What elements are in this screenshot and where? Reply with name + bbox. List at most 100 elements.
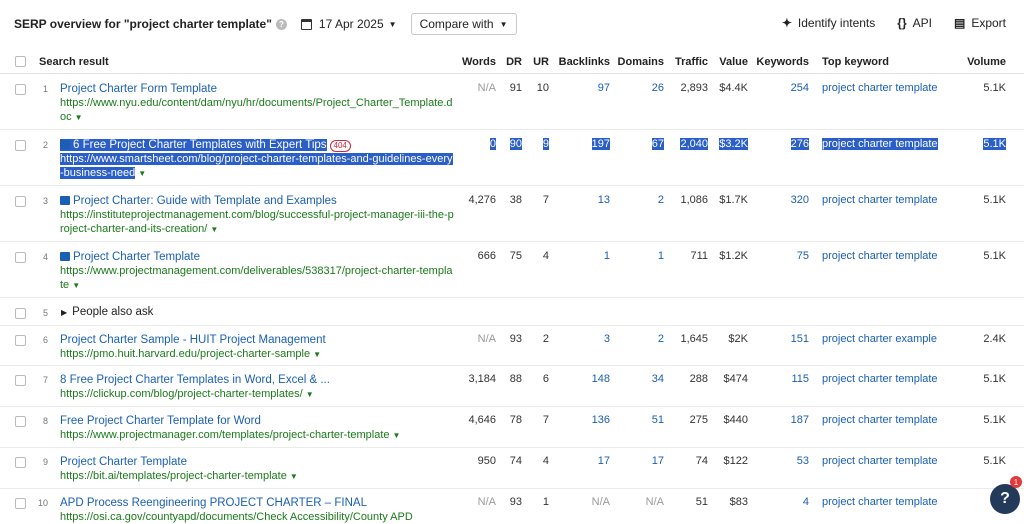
result-title-link[interactable]: Free Project Charter Template for Word [60, 415, 261, 427]
result-url[interactable]: https://instituteprojectmanagement.com/b… [60, 209, 454, 221]
cell-keywords[interactable]: 254 [756, 82, 809, 94]
col-dr[interactable]: DR [500, 56, 522, 68]
col-traffic[interactable]: Traffic [668, 56, 708, 68]
cell-backlinks[interactable]: 13 [556, 194, 610, 206]
result-title-link[interactable]: Project Charter: Guide with Template and… [60, 195, 337, 207]
row-checkbox[interactable] [15, 252, 26, 263]
col-domains[interactable]: Domains [616, 56, 664, 68]
cell-keywords[interactable]: 115 [756, 373, 809, 385]
url-menu-chevron-icon[interactable]: ▼ [210, 225, 218, 234]
result-title-link[interactable]: Project Charter Form Template [60, 83, 217, 95]
result-url[interactable]: https://www.projectmanager.com/templates… [60, 429, 390, 441]
api-button[interactable]: {} API [897, 16, 932, 30]
col-value[interactable]: Value [712, 56, 748, 68]
cell-top-keyword[interactable]: project charter template [822, 414, 938, 426]
result-url[interactable]: https://www.nyu.edu/content/dam/nyu/hr/d… [60, 97, 453, 109]
col-volume[interactable]: Volume [960, 56, 1006, 68]
cell-keywords[interactable]: 75 [756, 250, 809, 262]
cell-backlinks[interactable]: 17 [556, 455, 610, 467]
cell-top-keyword[interactable]: project charter template [822, 250, 938, 262]
result-url[interactable]: https://osi.ca.gov/countyapd/documents/C… [60, 511, 413, 524]
cell-domains[interactable]: 51 [616, 414, 664, 426]
col-words[interactable]: Words [450, 56, 496, 68]
url-menu-chevron-icon[interactable]: ▼ [393, 431, 401, 440]
compare-with-dropdown[interactable]: Compare with ▼ [410, 13, 517, 35]
cell-top-keyword[interactable]: project charter template [822, 194, 938, 206]
select-all-checkbox[interactable] [15, 56, 26, 67]
result-url-cont[interactable]: roject-charter-and-its-creation/ [60, 223, 207, 235]
cell-backlinks[interactable]: 197 [556, 138, 610, 150]
result-title-link[interactable]: 6 Free Project Charter Templates with Ex… [60, 139, 327, 151]
cell-keywords-value: 276 [790, 138, 809, 150]
cell-keywords[interactable]: 4 [756, 496, 809, 508]
cell-top-keyword[interactable]: project charter template [822, 455, 938, 467]
url-menu-chevron-icon[interactable]: ▼ [290, 472, 298, 481]
row-checkbox[interactable] [15, 416, 26, 427]
url-menu-chevron-icon[interactable]: ▼ [313, 350, 321, 359]
result-url-cont[interactable]: oc [60, 111, 72, 123]
result-url[interactable]: https://clickup.com/blog/project-charter… [60, 388, 303, 400]
result-title: APD Process Reengineering PROJECT CHARTE… [60, 497, 367, 509]
cell-backlinks[interactable]: 148 [556, 373, 610, 385]
col-top-keyword[interactable]: Top keyword [822, 56, 889, 68]
cell-keywords[interactable]: 320 [756, 194, 809, 206]
cell-domains[interactable]: 26 [616, 82, 664, 94]
row-checkbox[interactable] [15, 457, 26, 468]
row-checkbox[interactable] [15, 196, 26, 207]
url-menu-chevron-icon[interactable]: ▼ [72, 281, 80, 290]
cell-top-keyword[interactable]: project charter template [822, 373, 938, 385]
result-url[interactable]: https://pmo.huit.harvard.edu/project-cha… [60, 348, 310, 360]
url-menu-chevron-icon[interactable]: ▼ [138, 169, 146, 178]
date-selector[interactable]: 17 Apr 2025 ▼ [300, 17, 397, 31]
result-url[interactable]: https://bit.ai/templates/project-charter… [60, 470, 287, 482]
cell-keywords[interactable]: 187 [756, 414, 809, 426]
cell-words-value: 0 [489, 138, 496, 150]
result-url[interactable]: https://www.smartsheet.com/blog/project-… [60, 153, 453, 165]
export-button[interactable]: ▤ Export [954, 16, 1006, 30]
people-also-ask-toggle[interactable]: ▶ People also ask [61, 306, 153, 318]
row-checkbox[interactable] [15, 308, 26, 319]
cell-domains[interactable]: 67 [616, 138, 664, 150]
col-backlinks[interactable]: Backlinks [556, 56, 610, 68]
result-title-link[interactable]: Project Charter Template [60, 456, 187, 468]
row-checkbox[interactable] [15, 84, 26, 95]
cell-domains[interactable]: 17 [616, 455, 664, 467]
cell-keywords[interactable]: 276 [756, 138, 809, 150]
result-title-link[interactable]: 8 Free Project Charter Templates in Word… [60, 374, 330, 386]
cell-top-keyword[interactable]: project charter template [822, 496, 938, 508]
cell-top-keyword[interactable]: project charter template [822, 82, 938, 94]
url-menu-chevron-icon[interactable]: ▼ [306, 390, 314, 399]
help-icon[interactable]: ? [275, 18, 287, 30]
cell-backlinks[interactable]: 3 [556, 333, 610, 345]
cell-domains[interactable]: 34 [616, 373, 664, 385]
cell-backlinks[interactable]: 136 [556, 414, 610, 426]
row-checkbox[interactable] [15, 375, 26, 386]
col-keywords[interactable]: Keywords [756, 56, 809, 68]
result-url-cont[interactable]: -business-need [60, 167, 136, 179]
result-title: Free Project Charter Template for Word [60, 415, 261, 427]
url-menu-chevron-icon[interactable]: ▼ [75, 113, 83, 122]
row-checkbox[interactable] [15, 335, 26, 346]
cell-domains[interactable]: 2 [616, 333, 664, 345]
col-ur[interactable]: UR [527, 56, 549, 68]
row-checkbox[interactable] [15, 140, 26, 151]
result-url-cont[interactable]: te [60, 279, 69, 291]
cell-backlinks[interactable]: 97 [556, 82, 610, 94]
row-checkbox[interactable] [15, 498, 26, 509]
result-title-link[interactable]: Project Charter Sample - HUIT Project Ma… [60, 334, 326, 346]
col-search-result[interactable]: Search result [39, 56, 109, 68]
cell-domains[interactable]: 2 [616, 194, 664, 206]
result-title-link[interactable]: APD Process Reengineering PROJECT CHARTE… [60, 497, 367, 509]
api-label: API [912, 16, 932, 30]
identify-intents-button[interactable]: ✦ Identify intents [782, 16, 875, 30]
help-chat-button[interactable]: ? [990, 484, 1020, 514]
cell-top-keyword[interactable]: project charter example [822, 333, 937, 345]
cell-backlinks[interactable]: 1 [556, 250, 610, 262]
cell-domains[interactable]: 1 [616, 250, 664, 262]
export-label: Export [971, 16, 1006, 30]
cell-keywords[interactable]: 53 [756, 455, 809, 467]
result-url[interactable]: https://www.projectmanagement.com/delive… [60, 265, 453, 277]
result-title-link[interactable]: Project Charter Template [60, 251, 200, 263]
cell-top-keyword[interactable]: project charter template [822, 138, 938, 150]
cell-keywords[interactable]: 151 [756, 333, 809, 345]
